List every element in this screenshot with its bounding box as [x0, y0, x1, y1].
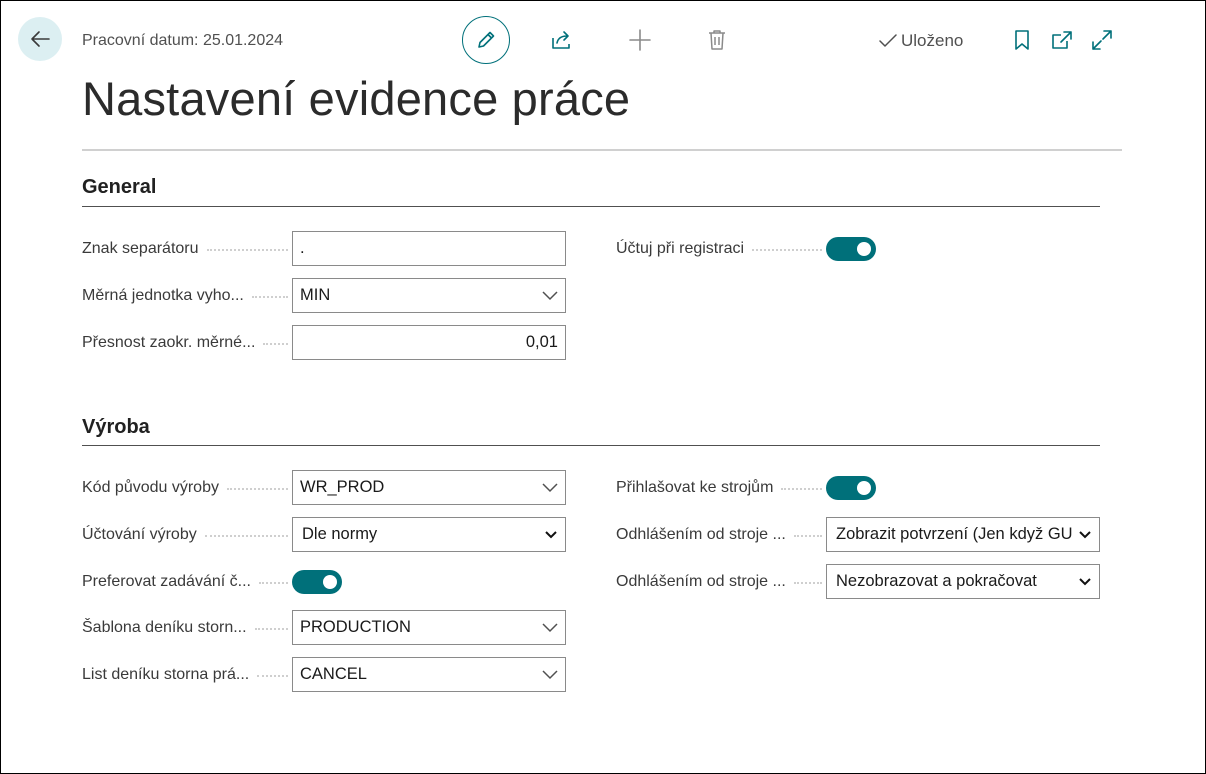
logout-machine-1-label: Odhlášením od stroje ... [616, 518, 826, 552]
page-frame: Pracovní datum: 25.01.2024 Uloženo Nasta… [0, 0, 1206, 774]
logout-machine-2-select[interactable]: Nezobrazovat a pokračovat [826, 564, 1100, 599]
open-new-window-button[interactable] [1048, 25, 1076, 55]
section-production-divider [82, 445, 1100, 446]
section-general-heading[interactable]: General [82, 176, 156, 199]
saved-label: Uloženo [901, 31, 964, 50]
chevron-down-icon[interactable] [542, 482, 558, 493]
rounding-label: Přesnost zaokr. měrné... [82, 326, 292, 360]
toggle-knob [857, 242, 871, 256]
share-icon [552, 31, 570, 49]
section-general-divider [82, 206, 1100, 207]
back-button[interactable] [18, 17, 62, 61]
checkmark-icon [879, 34, 897, 47]
source-code-lookup[interactable]: WR_PROD [292, 470, 566, 505]
uom-lookup[interactable]: MIN [292, 278, 566, 313]
section-production-heading[interactable]: Výroba [82, 416, 150, 439]
select-arrow-icon[interactable] [1079, 577, 1091, 586]
page-title: Nastavení evidence práce [82, 72, 631, 125]
plus-icon [629, 29, 651, 51]
pencil-icon [478, 31, 495, 48]
open-new-window-icon [1052, 31, 1072, 49]
separator-input[interactable]: . [292, 231, 566, 266]
select-arrow-icon[interactable] [545, 530, 557, 539]
reversal-batch-lookup[interactable]: CANCEL [292, 657, 566, 692]
source-code-label: Kód původu výroby [82, 471, 292, 505]
production-posting-select[interactable]: Dle normy [292, 517, 566, 552]
reversal-template-label: Šablona deníku storn... [82, 611, 292, 645]
chevron-down-icon[interactable] [542, 290, 558, 301]
login-machines-toggle[interactable] [826, 476, 876, 500]
reversal-batch-label: List deníku storna prá... [82, 658, 292, 692]
post-on-registration-toggle[interactable] [826, 237, 876, 261]
production-posting-label: Účtování výroby [82, 518, 292, 552]
trash-icon [709, 30, 725, 50]
toggle-knob [323, 575, 337, 589]
separator-label: Znak separátoru [82, 232, 292, 266]
arrow-left-icon [31, 31, 50, 47]
chevron-down-icon[interactable] [542, 622, 558, 633]
edit-button[interactable] [462, 16, 510, 64]
chevron-down-icon[interactable] [542, 669, 558, 680]
uom-label: Měrná jednotka vyho... [82, 279, 292, 313]
expand-button[interactable] [1088, 25, 1116, 55]
work-date: Pracovní datum: 25.01.2024 [82, 32, 284, 49]
prefer-entry-label: Preferovat zadávání č... [82, 565, 292, 599]
rounding-input[interactable]: 0,01 [292, 325, 566, 360]
title-divider [82, 149, 1122, 151]
saved-status: Uloženo [878, 31, 963, 51]
bookmark-icon [1015, 30, 1029, 50]
reversal-template-lookup[interactable]: PRODUCTION [292, 610, 566, 645]
toggle-knob [857, 481, 871, 495]
login-machines-label: Přihlašovat ke strojům [616, 471, 826, 505]
add-button[interactable] [625, 25, 655, 55]
bookmark-button[interactable] [1009, 25, 1035, 55]
logout-machine-2-label: Odhlášením od stroje ... [616, 565, 826, 599]
delete-button[interactable] [702, 25, 732, 55]
select-arrow-icon[interactable] [1079, 530, 1091, 539]
post-on-registration-label: Účtuj při registraci [616, 232, 826, 266]
prefer-entry-toggle[interactable] [292, 570, 342, 594]
logout-machine-1-select[interactable]: Zobrazit potvrzení (Jen když GU [826, 517, 1100, 552]
expand-icon [1092, 30, 1112, 50]
share-button[interactable] [547, 25, 577, 55]
